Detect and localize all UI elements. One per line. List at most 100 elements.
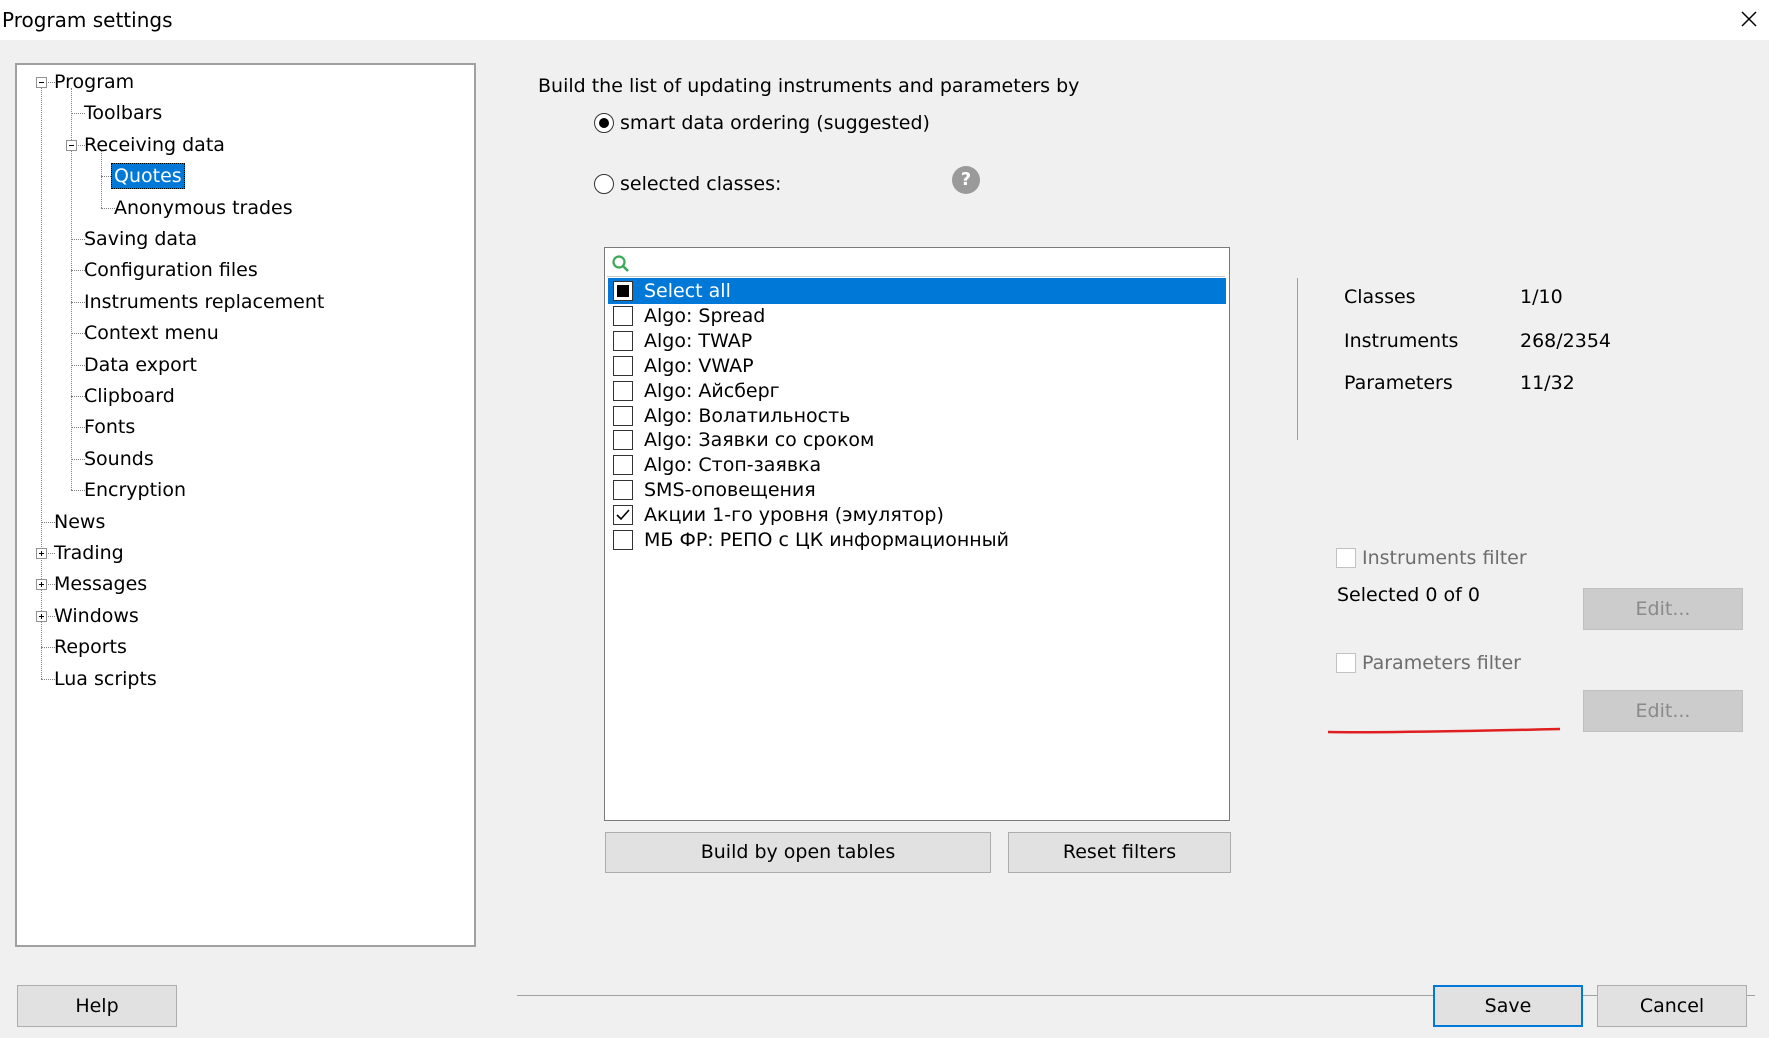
class-list-item-label: SMS-оповещения (644, 479, 816, 502)
classes-list[interactable]: Select all Algo: Spread Algo: TWAP Algo: VW… (604, 247, 1230, 821)
checkbox[interactable] (613, 455, 633, 476)
radio-selected-classes[interactable]: selected classes: (594, 173, 781, 195)
search-input[interactable] (635, 252, 1221, 274)
settings-tree[interactable]: Program Toolbars Receiving data Quotes Anony… (15, 63, 476, 947)
window-title: Program settings (2, 8, 173, 32)
class-list-item[interactable]: Algo: Заявки со сроком (608, 427, 1226, 453)
stat-instruments-value: 268/2354 (1520, 330, 1612, 352)
question-icon[interactable]: ? (952, 166, 980, 194)
checkbox[interactable] (613, 405, 633, 426)
tree-item-anonymous-trades[interactable]: Anonymous trades (111, 195, 296, 221)
expand-icon[interactable] (36, 579, 47, 591)
tree-item-data-export[interactable]: Data export (81, 352, 200, 378)
checkbox[interactable] (613, 281, 633, 301)
tree-item-clipboard[interactable]: Clipboard (81, 383, 178, 409)
tree-item-reports[interactable]: Reports (51, 634, 130, 660)
class-list-item-label: МБ ФР: РЕПО с ЦК информационный (644, 529, 1010, 551)
stats-separator (1297, 278, 1298, 440)
dialog-body: Program Toolbars Receiving data Quotes Anony… (0, 40, 1769, 1038)
search-icon (612, 255, 629, 272)
checkbox[interactable] (1336, 653, 1356, 673)
checkbox[interactable] (1336, 548, 1356, 568)
checkbox[interactable] (613, 380, 633, 401)
tree-item-instruments-replacement[interactable]: Instruments replacement (81, 289, 327, 315)
edit-instruments-button[interactable]: Edit... (1583, 588, 1743, 630)
cancel-button[interactable]: Cancel (1597, 985, 1747, 1027)
class-list-item[interactable]: Algo: Стоп-заявка (608, 452, 1226, 478)
tree-item-toolbars[interactable]: Toolbars (81, 100, 165, 126)
reset-filters-button[interactable]: Reset filters (1008, 832, 1231, 873)
edit-parameters-button[interactable]: Edit... (1583, 690, 1743, 732)
checkbox[interactable] (613, 330, 633, 351)
tree-item-lua-scripts[interactable]: Lua scripts (51, 666, 160, 692)
search-row (607, 250, 1225, 277)
build-by-open-tables-button[interactable]: Build by open tables (605, 832, 991, 873)
stat-classes-label: Classes (1344, 286, 1416, 308)
tree-item-sounds[interactable]: Sounds (81, 446, 157, 472)
save-button[interactable]: Save (1433, 985, 1583, 1027)
parameters-filter-label: Parameters filter (1362, 652, 1521, 674)
tree-guide-line (101, 150, 102, 208)
checkbox[interactable] (613, 480, 633, 501)
collapse-icon[interactable] (36, 77, 47, 88)
class-list-item[interactable]: SMS-оповещения (608, 477, 1226, 503)
class-list-item[interactable]: Algo: Волатильность (608, 403, 1226, 429)
class-list-item-label: Algo: TWAP (644, 329, 753, 352)
stat-parameters-label: Parameters (1344, 372, 1453, 394)
class-list-item[interactable]: Algo: TWAP (608, 328, 1226, 354)
class-list-item[interactable]: Select all (608, 278, 1226, 304)
stat-parameters-value: 11/32 (1520, 372, 1575, 394)
radio-selected-label: selected classes: (620, 173, 782, 195)
red-underline-annotation (1327, 727, 1561, 734)
class-list-item-label: Algo: Айсберг (644, 379, 780, 402)
checkbox[interactable] (613, 530, 633, 550)
checkbox[interactable] (613, 505, 633, 526)
tree-item-news[interactable]: News (51, 509, 108, 535)
class-list-item[interactable]: МБ ФР: РЕПО с ЦК информационный (608, 527, 1226, 553)
tree-item-messages[interactable]: Messages (51, 571, 150, 597)
stat-instruments-label: Instruments (1344, 330, 1459, 352)
tree-item-program[interactable]: Program (51, 69, 137, 95)
class-list-item[interactable]: Algo: Айсберг (608, 378, 1226, 404)
section-heading: Build the list of updating instruments a… (538, 75, 1080, 97)
class-list-item-label: Select all (644, 280, 731, 302)
tree-item-windows[interactable]: Windows (51, 603, 142, 629)
checkbox[interactable] (613, 430, 633, 451)
checkbox[interactable] (613, 355, 633, 376)
tree-item-receiving-data[interactable]: Receiving data (81, 132, 228, 158)
check-icon (616, 509, 630, 521)
class-list-item-label: Algo: Spread (644, 304, 766, 327)
class-list-item-label: Algo: VWAP (644, 354, 754, 377)
class-list-item-label: Акции 1-го уровня (эмулятор) (644, 504, 944, 527)
radio-button[interactable] (594, 113, 614, 133)
class-list-item-label: Algo: Стоп-заявка (644, 454, 822, 477)
radio-smart-ordering[interactable]: smart data ordering (suggested) (594, 112, 930, 134)
expand-icon[interactable] (36, 610, 47, 622)
tree-item-context-menu[interactable]: Context menu (81, 320, 222, 346)
title-bar: Program settings (0, 0, 1769, 40)
tree-item-encryption[interactable]: Encryption (81, 477, 189, 503)
stat-classes-value: 1/10 (1520, 286, 1563, 308)
class-list-item[interactable]: Акции 1-го уровня (эмулятор) (608, 502, 1226, 528)
class-list-item[interactable]: Algo: VWAP (608, 353, 1226, 379)
tree-item-configuration-files[interactable]: Configuration files (81, 257, 261, 283)
instruments-filter-checkbox[interactable]: Instruments filter (1336, 547, 1527, 569)
tree-item-fonts[interactable]: Fonts (81, 414, 138, 440)
radio-button[interactable] (594, 174, 614, 194)
collapse-icon[interactable] (66, 139, 77, 151)
close-icon (1741, 11, 1757, 27)
class-list-item-label: Algo: Заявки со сроком (644, 429, 875, 452)
checkbox[interactable] (613, 305, 633, 326)
tree-item-saving-data[interactable]: Saving data (81, 226, 200, 252)
instruments-filter-label: Instruments filter (1362, 547, 1527, 569)
tree-item-quotes[interactable]: Quotes (111, 163, 185, 190)
parameters-filter-checkbox[interactable]: Parameters filter (1336, 652, 1521, 674)
expand-icon[interactable] (36, 548, 47, 559)
class-list-item[interactable]: Algo: Spread (608, 303, 1226, 329)
tree-item-trading[interactable]: Trading (51, 540, 127, 566)
help-button[interactable]: Help (17, 985, 177, 1027)
tree-view[interactable]: Program Toolbars Receiving data Quotes Anony… (17, 65, 474, 945)
selected-count-text: Selected 0 of 0 (1337, 584, 1480, 606)
class-list-item-label: Algo: Волатильность (644, 404, 851, 427)
close-button[interactable] (1734, 4, 1764, 34)
